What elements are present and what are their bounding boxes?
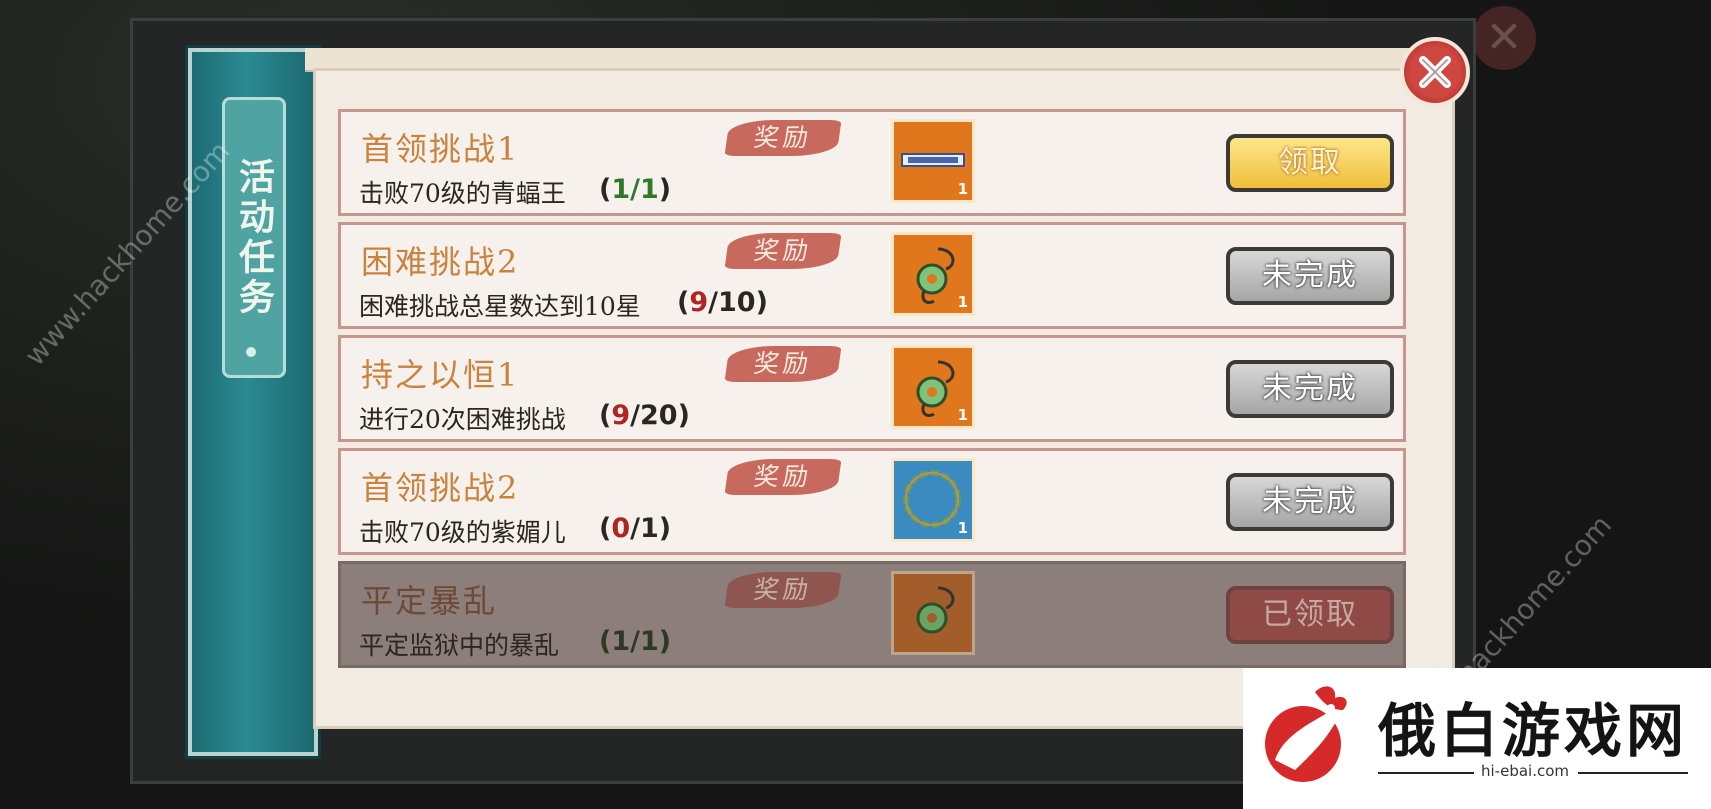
- task-progress-current: 0: [611, 513, 631, 544]
- reward-label: 奖励: [724, 572, 842, 608]
- side-tab-label-box: 活动任务: [222, 97, 286, 378]
- task-progress: (1/1): [599, 626, 672, 657]
- claimed-button: 已领取: [1226, 586, 1394, 644]
- task-progress: (0/1): [599, 513, 672, 544]
- task-progress-current: 1: [611, 174, 631, 205]
- task-progress-total: /20: [630, 400, 678, 431]
- reward-item[interactable]: 1: [891, 232, 975, 316]
- task-list-panel[interactable]: 首领挑战1 击败70级的青蝠王 (1/1) 奖励 1 领取 困难挑战2 困难挑战…: [313, 68, 1455, 729]
- incomplete-button[interactable]: 未完成: [1226, 360, 1394, 418]
- item-count: 1: [957, 293, 968, 311]
- claim-button[interactable]: 领取: [1226, 134, 1394, 192]
- side-tab-label: 活动任务: [233, 157, 275, 318]
- item-count: 1: [957, 180, 968, 198]
- task-row: 首领挑战1 击败70级的青蝠王 (1/1) 奖励 1 领取: [338, 109, 1406, 216]
- reward-label: 奖励: [724, 346, 842, 382]
- reward-item[interactable]: [891, 571, 975, 655]
- task-title: 平定暴乱: [361, 582, 498, 620]
- task-progress-current: 9: [611, 400, 631, 431]
- close-icon: [1419, 56, 1451, 88]
- task-desc: 击败70级的紫媚儿: [359, 518, 566, 547]
- task-title: 困难挑战2: [361, 243, 520, 281]
- task-row: 困难挑战2 困难挑战总星数达到10星 (9/10) 奖励 1 未完成: [338, 222, 1406, 329]
- reward-label: 奖励: [724, 233, 842, 269]
- task-progress: (9/10): [677, 287, 768, 318]
- background-close-icon: ✕: [1472, 6, 1536, 70]
- task-progress: (1/1): [599, 174, 672, 205]
- jade-pendant-icon: [916, 586, 955, 634]
- logo-divider-right: [1578, 772, 1688, 774]
- reward-label: 奖励: [724, 120, 842, 156]
- rooster-logo-icon: [1265, 686, 1347, 782]
- task-desc: 平定监狱中的暴乱: [359, 631, 560, 660]
- task-title: 持之以恒1: [361, 356, 520, 394]
- logo-name: 俄白游戏网: [1378, 697, 1689, 765]
- task-progress-total: /10: [708, 287, 756, 318]
- incomplete-button[interactable]: 未完成: [1226, 473, 1394, 531]
- site-logo: 俄白游戏网 hi-ebai.com: [1243, 668, 1711, 809]
- task-row: 平定暴乱 平定监狱中的暴乱 (1/1) 奖励 已领取: [338, 561, 1406, 668]
- side-tab-dot: [246, 347, 256, 357]
- logo-url: hi-ebai.com: [1481, 762, 1570, 780]
- task-row: 持之以恒1 进行20次困难挑战 (9/20) 奖励 1 未完成: [338, 335, 1406, 442]
- reward-item[interactable]: 1: [891, 345, 975, 429]
- item-count: 1: [957, 406, 968, 424]
- task-progress: (9/20): [599, 400, 690, 431]
- reward-label: 奖励: [724, 459, 842, 495]
- reward-item[interactable]: 1: [891, 458, 975, 542]
- reward-item[interactable]: 1: [891, 119, 975, 203]
- task-desc: 进行20次困难挑战: [359, 405, 566, 434]
- task-progress-total: /1: [630, 513, 659, 544]
- task-title: 首领挑战1: [361, 130, 520, 168]
- task-title: 首领挑战2: [361, 469, 520, 507]
- logo-divider-left: [1378, 772, 1474, 774]
- task-progress-current: 1: [611, 626, 631, 657]
- task-progress-total: /1: [630, 174, 659, 205]
- task-row: 首领挑战2 击败70级的紫媚儿 (0/1) 奖励 1 未完成: [338, 448, 1406, 555]
- close-button[interactable]: [1400, 37, 1470, 107]
- task-desc: 击败70级的青蝠王: [359, 179, 566, 208]
- task-progress-current: 9: [689, 287, 709, 318]
- task-progress-total: /1: [630, 626, 659, 657]
- incomplete-button[interactable]: 未完成: [1226, 247, 1394, 305]
- item-count: 1: [957, 519, 968, 537]
- task-desc: 困难挑战总星数达到10星: [359, 292, 641, 321]
